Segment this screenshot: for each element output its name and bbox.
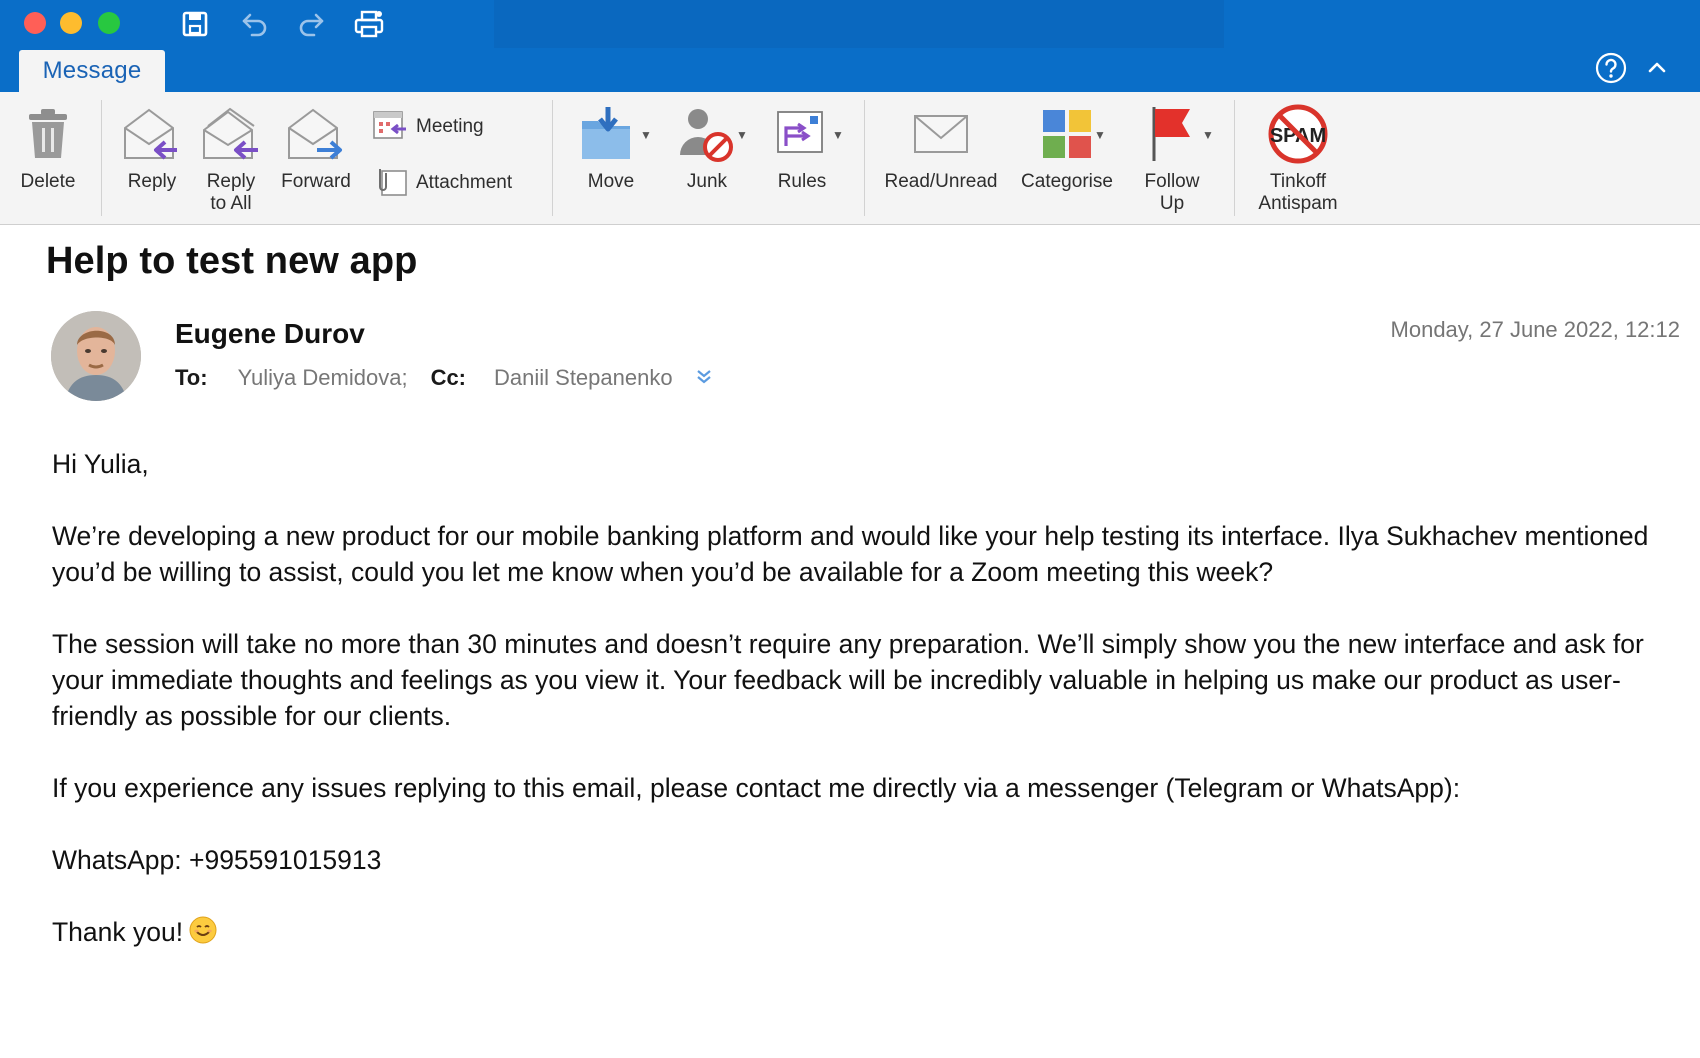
categorise-dropdown-icon[interactable]: ▼ — [1094, 128, 1106, 142]
attachment-icon — [372, 165, 408, 202]
follow-up-line1: Follow — [1144, 171, 1200, 192]
rules-icon — [774, 104, 830, 164]
cc-label: Cc: — [430, 365, 467, 390]
reply-all-line2: to All — [210, 193, 252, 214]
ribbon-separator — [864, 100, 865, 216]
move-label: Move — [587, 171, 635, 192]
attachment-button[interactable]: Attachment — [372, 166, 512, 200]
close-window-button[interactable] — [24, 12, 46, 34]
junk-dropdown-icon[interactable]: ▼ — [736, 128, 748, 142]
follow-up-line2: Up — [1159, 193, 1185, 214]
flag-icon — [1148, 104, 1196, 164]
undo-icon[interactable] — [238, 8, 272, 40]
reply-all-label: Reply to All — [207, 171, 256, 215]
read-unread-label: Read/Unread — [884, 171, 998, 192]
sender-avatar[interactable] — [51, 311, 141, 401]
ribbon-separator — [1234, 100, 1235, 216]
body-paragraph-3: If you experience any issues replying to… — [52, 773, 1461, 803]
delete-button[interactable]: Delete — [10, 92, 86, 224]
tinkoff-antispam-button[interactable]: SPAM TinkoffAntispam — [1248, 92, 1348, 224]
move-folder-icon — [578, 104, 644, 164]
message-subject: Help to test new app — [46, 240, 418, 282]
reply-all-icon — [200, 104, 262, 164]
rules-label: Rules — [777, 171, 827, 192]
rules-dropdown-icon[interactable]: ▼ — [832, 128, 844, 142]
recipients-line: To: Yuliya Demidova; Cc: Daniil Stepanen… — [175, 365, 713, 391]
junk-icon — [676, 104, 738, 164]
redo-icon[interactable] — [294, 8, 328, 40]
smiling-face-icon — [189, 916, 217, 944]
follow-up-button[interactable]: Follow Up — [1132, 92, 1212, 224]
body-greeting: Hi Yulia, — [52, 449, 149, 479]
categorise-button[interactable]: Categorise — [1014, 92, 1120, 224]
collapse-ribbon-icon[interactable] — [1644, 56, 1670, 78]
forward-button[interactable]: Forward — [276, 92, 356, 224]
body-paragraph-2: The session will take no more than 30 mi… — [52, 629, 1644, 731]
body-paragraph-1: We’re developing a new product for our m… — [52, 521, 1649, 587]
to-recipient[interactable]: Yuliya Demidova; — [238, 365, 408, 391]
follow-up-label: Follow Up — [1145, 171, 1200, 215]
move-dropdown-icon[interactable]: ▼ — [640, 128, 652, 142]
tinkoff-line2: Antispam — [1258, 193, 1338, 214]
body-closing-line: Thank you! — [52, 914, 1662, 950]
categorise-label: Categorise — [1021, 171, 1113, 192]
ribbon-separator — [552, 100, 553, 216]
message-body: Hi Yulia, We’re developing a new product… — [52, 446, 1662, 986]
follow-up-dropdown-icon[interactable]: ▼ — [1202, 128, 1214, 142]
tab-message[interactable]: Message — [19, 50, 165, 92]
minimize-window-button[interactable] — [60, 12, 82, 34]
forward-icon — [285, 104, 347, 164]
junk-button[interactable]: Junk — [668, 92, 746, 224]
meeting-button[interactable]: Meeting — [372, 110, 484, 144]
meeting-label: Meeting — [416, 116, 484, 137]
mail-window: Message Delete Reply Reply to All Forwar… — [0, 0, 1700, 1058]
title-bar-shade — [494, 0, 1224, 48]
title-bar: Message — [0, 0, 1700, 92]
save-icon[interactable] — [178, 8, 212, 40]
tinkoff-line1: Tinkoff — [1270, 171, 1326, 192]
help-icon[interactable] — [1595, 52, 1627, 84]
reply-button[interactable]: Reply — [118, 92, 186, 224]
rules-button[interactable]: Rules — [764, 92, 840, 224]
envelope-icon — [912, 104, 970, 164]
delete-label: Delete — [20, 171, 76, 192]
sender-name[interactable]: Eugene Durov — [175, 318, 365, 350]
attachment-label: Attachment — [416, 172, 513, 193]
tinkoff-antispam-label: Tinkoff Antispam — [1258, 171, 1337, 215]
spam-icon: SPAM — [1267, 104, 1329, 164]
move-button[interactable]: Move — [572, 92, 650, 224]
junk-label: Junk — [686, 171, 728, 192]
message-date: Monday, 27 June 2022, 12:12 — [1390, 317, 1680, 342]
reply-all-line1: Reply — [206, 171, 256, 192]
ribbon-toolbar: Delete Reply Reply to All Forward Meetin… — [0, 92, 1700, 225]
ribbon-separator — [101, 100, 102, 216]
expand-recipients-icon[interactable] — [695, 365, 713, 391]
to-label: To: — [175, 365, 208, 390]
forward-label: Forward — [281, 171, 351, 192]
calendar-icon — [372, 109, 408, 146]
trash-icon — [25, 104, 71, 164]
reply-icon — [121, 104, 183, 164]
body-whatsapp-line: WhatsApp: +995591015913 — [52, 845, 382, 875]
reply-all-button[interactable]: Reply to All — [196, 92, 266, 224]
read-unread-button[interactable]: Read/Unread — [878, 92, 1004, 224]
reply-label: Reply — [127, 171, 177, 192]
categorise-icon — [1041, 104, 1093, 164]
print-icon[interactable] — [352, 8, 386, 40]
zoom-window-button[interactable] — [98, 12, 120, 34]
cc-recipient[interactable]: Daniil Stepanenko — [494, 365, 673, 391]
body-closing: Thank you! — [52, 917, 184, 947]
